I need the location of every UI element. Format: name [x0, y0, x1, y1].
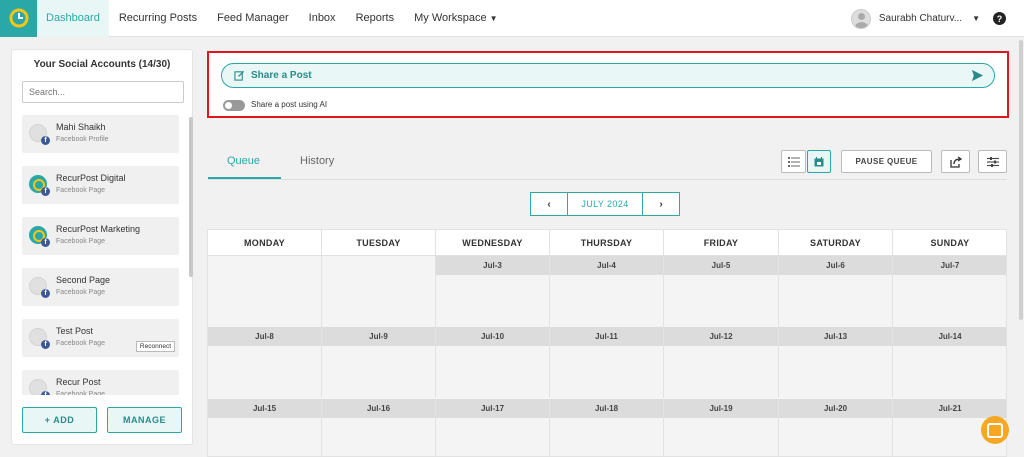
calendar-date-label: Jul-12	[664, 327, 779, 346]
calendar-date-label: Jul-10	[436, 327, 550, 346]
account-type: Facebook Page	[56, 238, 106, 245]
account-item[interactable]: f Second Page Facebook Page	[22, 268, 179, 306]
facebook-icon: f	[41, 391, 50, 395]
calendar-date-label: Jul-9	[322, 327, 436, 346]
sidebar-scrollbar[interactable]	[189, 117, 193, 277]
account-name: Second Page	[56, 275, 111, 285]
share-button[interactable]	[941, 150, 970, 173]
account-name: Recur Post	[56, 377, 101, 387]
accounts-title: Your Social Accounts (14/30)	[33, 59, 171, 70]
nav-reports[interactable]: Reports	[346, 0, 405, 37]
account-type: Facebook Page	[56, 187, 106, 194]
account-search-input[interactable]	[22, 81, 184, 103]
day-header-saturday: SATURDAY	[779, 230, 893, 256]
account-type: Facebook Page	[56, 340, 106, 347]
list-view-button[interactable]	[781, 150, 806, 173]
current-month[interactable]: JULY 2024	[567, 193, 643, 215]
account-name: Mahi Shaikh	[56, 122, 106, 132]
filter-icon	[986, 156, 999, 167]
day-header-thursday: THURSDAY	[550, 230, 664, 256]
calendar-date-label: Jul-7	[893, 256, 1006, 275]
account-name: RecurPost Digital	[56, 173, 126, 183]
tab-queue[interactable]: Queue	[227, 155, 260, 167]
previous-month-button[interactable]: ‹	[531, 193, 567, 215]
facebook-icon: f	[41, 187, 50, 196]
list-view-icon	[787, 156, 800, 167]
nav-feed-manager[interactable]: Feed Manager	[207, 0, 299, 37]
calendar-date-label: Jul-17	[436, 399, 550, 418]
calendar-date-label: Jul-4	[550, 256, 664, 275]
account-name: Test Post	[56, 326, 94, 336]
calendar-date-label: Jul-3	[436, 256, 550, 275]
calendar-date-label: Jul-21	[893, 399, 1006, 418]
social-accounts-panel: Your Social Accounts (14/30) f Mahi Shai…	[11, 49, 193, 445]
share-icon	[949, 155, 962, 168]
day-header-tuesday: TUESDAY	[322, 230, 436, 256]
calendar-view-icon	[814, 156, 824, 166]
pause-queue-button[interactable]: PAUSE QUEUE	[841, 150, 932, 173]
account-type: Facebook Profile	[56, 136, 109, 143]
nav-dashboard[interactable]: Dashboard	[37, 0, 109, 37]
logo-icon[interactable]	[0, 0, 37, 37]
month-navigator: ‹ JULY 2024 ›	[530, 192, 680, 216]
highlight-box	[207, 51, 1009, 118]
account-item[interactable]: f RecurPost Digital Facebook Page	[22, 166, 179, 204]
calendar-date-label: Jul-20	[779, 399, 893, 418]
user-name: Saurabh Chaturv...	[878, 13, 963, 24]
add-account-button[interactable]: + ADD	[22, 407, 97, 433]
tab-history[interactable]: History	[300, 155, 334, 167]
day-header-monday: MONDAY	[208, 230, 322, 256]
calendar-date-label: Jul-5	[664, 256, 779, 275]
facebook-icon: f	[41, 340, 50, 349]
calendar-date-label: Jul-19	[664, 399, 779, 418]
facebook-icon: f	[41, 238, 50, 247]
calendar-date-label: Jul-16	[322, 399, 436, 418]
tab-divider	[208, 179, 1007, 180]
calendar-view-button[interactable]	[807, 150, 831, 173]
account-item[interactable]: f Test Post Facebook Page Reconnect	[22, 319, 179, 357]
calendar-date-label: Jul-15	[208, 399, 322, 418]
calendar-date-label: Jul-6	[779, 256, 893, 275]
account-type: Facebook Page	[56, 289, 106, 296]
user-menu[interactable]: Saurabh Chaturv... ▼	[850, 0, 980, 37]
nav-my-workspace-label: My Workspace	[414, 12, 487, 24]
calendar-date-label: Jul-18	[550, 399, 664, 418]
chat-icon[interactable]	[981, 416, 1009, 444]
help-icon[interactable]: ?	[993, 12, 1006, 25]
day-header-wednesday: WEDNESDAY	[436, 230, 550, 256]
facebook-icon: f	[41, 136, 50, 145]
chevron-down-icon: ▼	[972, 14, 980, 23]
calendar-date-label: Jul-8	[208, 327, 322, 346]
account-type: Facebook Page	[56, 391, 106, 395]
chevron-down-icon: ▼	[489, 13, 498, 23]
top-navigation: Dashboard Recurring Posts Feed Manager I…	[0, 0, 1024, 37]
calendar-date-label: Jul-14	[893, 327, 1006, 346]
calendar-date-label: Jul-11	[550, 327, 664, 346]
day-header-friday: FRIDAY	[664, 230, 779, 256]
calendar-day-cell[interactable]	[322, 256, 436, 327]
day-header-sunday: SUNDAY	[893, 230, 1006, 256]
reconnect-button[interactable]: Reconnect	[135, 341, 175, 352]
account-list: f Mahi Shaikh Facebook Profile f RecurPo…	[22, 115, 190, 395]
account-item[interactable]: f Mahi Shaikh Facebook Profile	[22, 115, 179, 153]
manage-accounts-button[interactable]: MANAGE	[107, 407, 182, 433]
pause-queue-label: PAUSE QUEUE	[855, 157, 918, 166]
nav-inbox[interactable]: Inbox	[299, 0, 346, 37]
calendar-day-cell[interactable]	[208, 256, 322, 327]
nav-my-workspace[interactable]: My Workspace ▼	[404, 0, 507, 37]
account-item[interactable]: f Recur Post Facebook Page	[22, 370, 179, 395]
avatar	[850, 8, 871, 29]
calendar-grid: MONDAY TUESDAY WEDNESDAY THURSDAY FRIDAY SATU…	[207, 229, 1007, 457]
nav-recurring-posts[interactable]: Recurring Posts	[109, 0, 207, 37]
next-month-button[interactable]: ›	[643, 193, 679, 215]
account-name: RecurPost Marketing	[56, 224, 141, 234]
calendar-date-label: Jul-13	[779, 327, 893, 346]
facebook-icon: f	[41, 289, 50, 298]
page-scrollbar[interactable]	[1019, 40, 1023, 320]
filter-button[interactable]	[978, 150, 1007, 173]
account-item[interactable]: f RecurPost Marketing Facebook Page	[22, 217, 179, 255]
